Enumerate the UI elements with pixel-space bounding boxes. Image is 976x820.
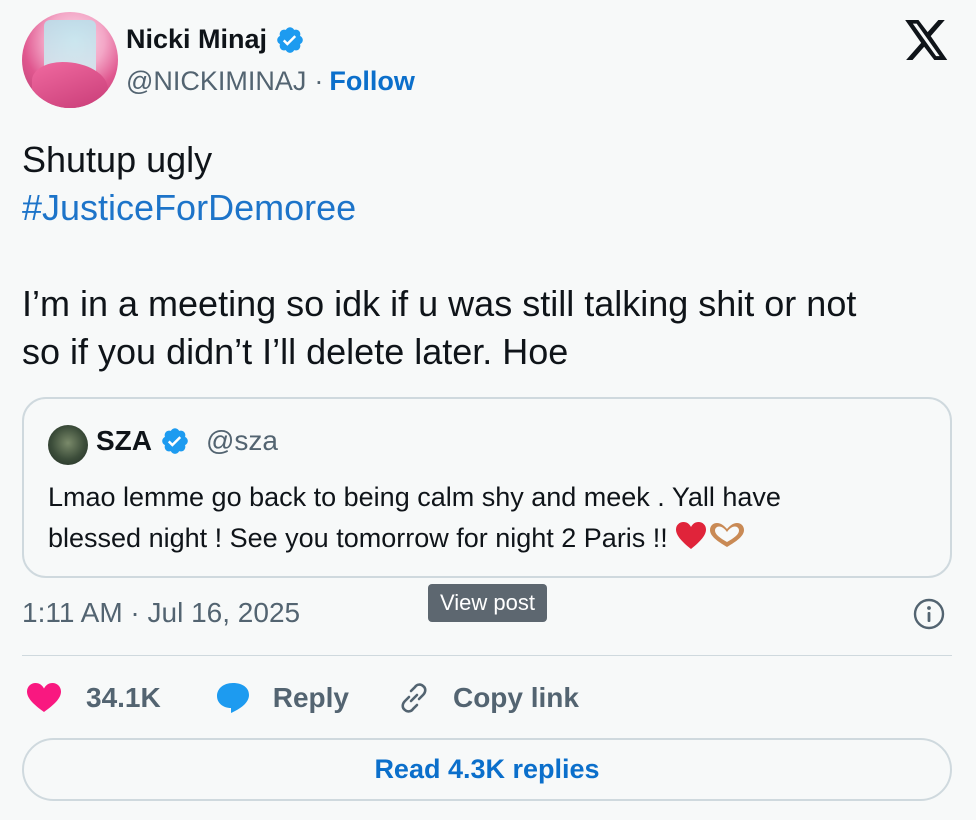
reply-label: Reply xyxy=(272,682,349,713)
info-icon[interactable] xyxy=(913,598,945,630)
quoted-tweet[interactable]: SZA @sza Lmao lemme go back to being cal… xyxy=(22,397,952,578)
link-icon xyxy=(401,683,427,713)
copy-link-button[interactable]: Copy link xyxy=(397,681,579,715)
read-replies-button[interactable]: Read 4.3K replies xyxy=(22,738,952,801)
tweet-text: Shutup ugly #JusticeForDemoree I’m in a … xyxy=(22,136,952,376)
author-avatar[interactable] xyxy=(22,12,118,108)
follow-button[interactable]: Follow xyxy=(329,66,414,97)
heart-hands-emoji-icon xyxy=(710,523,745,547)
quoted-tweet-line-2: blessed night ! See you tomorrow for nig… xyxy=(48,518,928,559)
view-post-tooltip: View post xyxy=(428,584,547,622)
reply-button[interactable]: Reply xyxy=(215,681,349,715)
quoted-author-avatar xyxy=(48,425,88,465)
tweet-line: I’m in a meeting so idk if u was still t… xyxy=(22,283,857,324)
author-name-row: Nicki Minaj xyxy=(126,24,305,55)
like-button[interactable]: 34.1K xyxy=(26,682,161,714)
author-handle[interactable]: @NICKIMINAJ xyxy=(126,66,306,97)
quoted-tweet-line: Lmao lemme go back to being calm shy and… xyxy=(48,482,781,512)
author-handle-row: @NICKIMINAJ · Follow xyxy=(126,66,415,97)
quoted-tweet-text: Lmao lemme go back to being calm shy and… xyxy=(48,477,928,559)
tweet-line: so if you didn’t I’ll delete later. Hoe xyxy=(22,331,569,372)
quoted-author-row: SZA @sza xyxy=(96,425,278,457)
quoted-author-handle: @sza xyxy=(206,425,278,456)
tweet-timestamp[interactable]: 1:11 AM · Jul 16, 2025 xyxy=(22,597,300,629)
verified-badge-icon xyxy=(162,428,188,454)
tweet-line: Shutup ugly xyxy=(22,139,213,180)
read-replies-label: Read 4.3K replies xyxy=(374,754,600,784)
x-logo-icon[interactable] xyxy=(904,20,950,60)
red-heart-emoji-icon xyxy=(676,522,707,549)
author-name[interactable]: Nicki Minaj xyxy=(126,24,267,55)
like-count: 34.1K xyxy=(86,682,161,713)
quoted-author-name: SZA xyxy=(96,425,152,456)
hashtag-link[interactable]: #JusticeForDemoree xyxy=(22,184,952,232)
quoted-tweet-line-text: blessed night ! See you tomorrow for nig… xyxy=(48,523,668,553)
heart-icon xyxy=(27,683,61,712)
verified-badge-icon xyxy=(277,26,303,53)
action-bar: 34.1K Reply Copy link xyxy=(26,675,579,721)
reply-icon xyxy=(216,683,249,713)
tweet-embed-card: Nicki Minaj @NICKIMINAJ · Follow Shutup … xyxy=(0,0,976,820)
divider xyxy=(22,655,952,656)
handle-separator: · xyxy=(314,66,324,96)
copy-link-label: Copy link xyxy=(452,682,579,713)
